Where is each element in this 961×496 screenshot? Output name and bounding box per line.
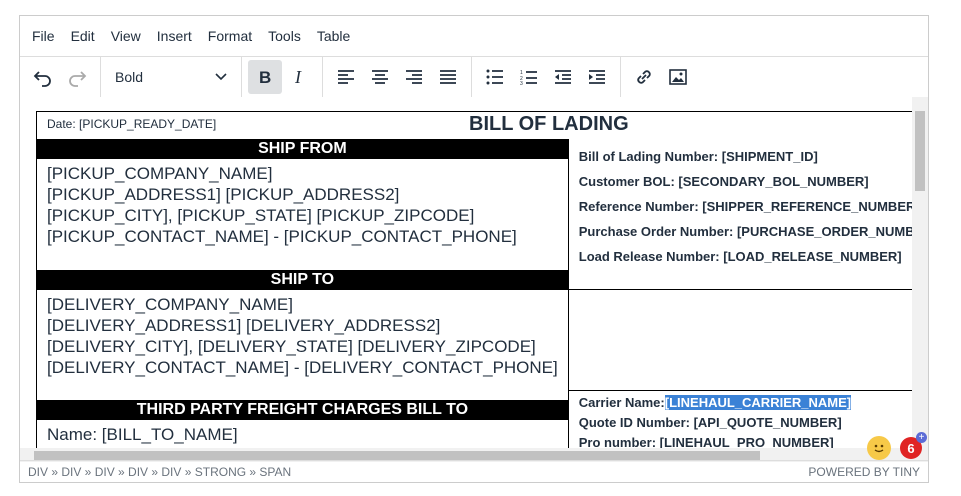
smiling-face-icon <box>874 444 884 453</box>
align-right-icon <box>406 70 422 84</box>
align-justify-icon <box>440 70 456 84</box>
third-party-header: THIRD PARTY FREIGHT CHARGES BILL TO <box>37 400 568 420</box>
menubar: File Edit View Insert Format Tools Table <box>20 16 928 56</box>
bill-of-lading-document: Date: [PICKUP_READY_DATE] BILL OF LADING… <box>36 111 928 452</box>
carrier-value-selected[interactable]: [LINEHAUL_CARRIER_NAME] <box>664 395 852 410</box>
reference-line: Reference Number: [SHIPPER_REFERENCE_NUM… <box>578 199 920 214</box>
indent-button[interactable] <box>580 60 614 94</box>
vertical-scrollbar[interactable] <box>912 97 928 452</box>
menu-tools[interactable]: Tools <box>260 16 309 56</box>
reference-line: Customer BOL: [SECONDARY_BOL_NUMBER] <box>578 174 869 189</box>
bullet-list-button[interactable] <box>478 60 512 94</box>
statusbar: DIV » DIV » DIV » DIV » DIV » STRONG » S… <box>20 460 928 482</box>
reference-line: Purchase Order Number: [PURCHASE_ORDER_N… <box>578 224 928 239</box>
plus-icon[interactable]: + <box>916 432 927 443</box>
ship-from-line: [PICKUP_CONTACT_NAME] - [PICKUP_CONTACT_… <box>47 227 517 246</box>
align-center-icon <box>372 70 388 84</box>
align-center-button[interactable] <box>363 60 397 94</box>
bold-button[interactable]: B <box>248 60 282 94</box>
bold-icon: B <box>259 68 271 86</box>
svg-text:B: B <box>259 68 271 86</box>
ship-from-header: SHIP FROM <box>37 139 568 159</box>
document-title: BILL OF LADING <box>469 113 629 135</box>
outdent-button[interactable] <box>546 60 580 94</box>
indent-icon <box>589 70 605 84</box>
menu-insert[interactable]: Insert <box>149 16 200 56</box>
svg-text:3: 3 <box>520 81 523 85</box>
italic-button[interactable]: I <box>282 60 316 94</box>
undo-button[interactable] <box>26 60 60 94</box>
toolbar-divider <box>620 57 621 97</box>
block-format-select[interactable]: Bold <box>107 60 235 94</box>
carrier-line: Carrier Name:[LINEHAUL_CARRIER_NAME] <box>569 393 928 413</box>
block-format-value: Bold <box>115 69 144 85</box>
outdent-icon <box>555 70 571 84</box>
menu-view[interactable]: View <box>103 16 149 56</box>
redo-button[interactable] <box>60 60 94 94</box>
ship-from-block: [PICKUP_COMPANY_NAME] [PICKUP_ADDRESS1] … <box>37 159 568 270</box>
powered-by[interactable]: POWERED BY TINY <box>808 465 920 479</box>
bill-to-line: Name: [BILL_TO_NAME] <box>47 425 238 444</box>
italic-icon: I <box>294 68 302 86</box>
ship-from-line: [PICKUP_CITY], [PICKUP_STATE] [PICKUP_ZI… <box>47 206 475 225</box>
empty-cell <box>568 290 928 391</box>
bill-to-block: Name: [BILL_TO_NAME] <box>37 420 568 449</box>
emoji-icon[interactable] <box>867 436 891 460</box>
ship-from-line: [PICKUP_ADDRESS1] [PICKUP_ADDRESS2] <box>47 185 400 204</box>
image-icon <box>669 69 687 85</box>
bullet-list-icon <box>486 69 503 85</box>
align-right-button[interactable] <box>397 60 431 94</box>
menu-format[interactable]: Format <box>200 16 260 56</box>
quote-line: Quote ID Number: [API_QUOTE_NUMBER] <box>578 415 842 430</box>
menu-file[interactable]: File <box>24 16 63 56</box>
toolbar-divider <box>471 57 472 97</box>
numbered-list-icon: 123 <box>520 70 537 85</box>
element-path[interactable]: DIV » DIV » DIV » DIV » DIV » STRONG » S… <box>28 465 291 479</box>
toolbar-divider <box>100 57 101 97</box>
chevron-down-icon <box>215 73 227 81</box>
toolbar: Bold B I 123 <box>20 56 928 98</box>
redo-icon <box>69 71 87 87</box>
ship-to-header: SHIP TO <box>37 270 568 290</box>
numbered-list-button[interactable]: 123 <box>512 60 546 94</box>
ship-to-block: [DELIVERY_COMPANY_NAME] [DELIVERY_ADDRES… <box>37 290 568 400</box>
horizontal-scroll-thumb[interactable] <box>34 451 760 460</box>
editor-content[interactable]: Date: [PICKUP_READY_DATE] BILL OF LADING… <box>20 97 928 452</box>
align-left-button[interactable] <box>329 60 363 94</box>
menu-edit[interactable]: Edit <box>63 16 103 56</box>
rich-text-editor: File Edit View Insert Format Tools Table… <box>19 15 929 483</box>
ship-to-line: [DELIVERY_COMPANY_NAME] <box>47 295 293 314</box>
carrier-label: Carrier Name: <box>578 395 665 410</box>
ship-to-line: [DELIVERY_CONTACT_NAME] - [DELIVERY_CONT… <box>47 358 558 377</box>
menu-table[interactable]: Table <box>309 16 358 56</box>
pickup-date: Date: [PICKUP_READY_DATE] <box>47 117 217 131</box>
insert-image-button[interactable] <box>661 60 695 94</box>
align-left-icon <box>338 70 354 84</box>
svg-text:I: I <box>294 68 302 86</box>
ship-from-line: [PICKUP_COMPANY_NAME] <box>47 164 273 183</box>
reference-line: Load Release Number: [LOAD_RELEASE_NUMBE… <box>578 249 902 264</box>
undo-icon <box>33 71 51 87</box>
vertical-scroll-thumb[interactable] <box>915 111 925 191</box>
notification-count: 6 <box>907 440 915 456</box>
insert-link-button[interactable] <box>627 60 661 94</box>
toolbar-divider <box>322 57 323 97</box>
reference-block: Bill of Lading Number: [SHIPMENT_ID] Cus… <box>568 139 928 290</box>
toolbar-divider <box>241 57 242 97</box>
align-justify-button[interactable] <box>431 60 465 94</box>
link-icon <box>637 70 651 84</box>
ship-to-line: [DELIVERY_ADDRESS1] [DELIVERY_ADDRESS2] <box>47 316 441 335</box>
reference-line: Bill of Lading Number: [SHIPMENT_ID] <box>578 149 818 164</box>
ship-to-line: [DELIVERY_CITY], [DELIVERY_STATE] [DELIV… <box>47 337 536 356</box>
